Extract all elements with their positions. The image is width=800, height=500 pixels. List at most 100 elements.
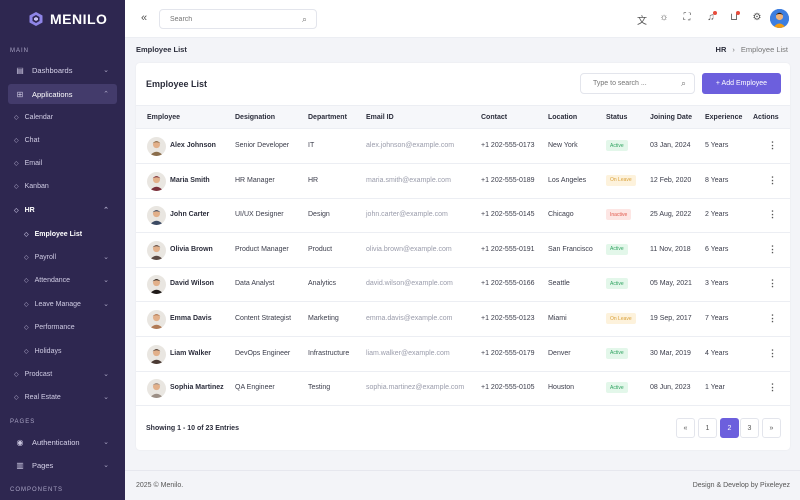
diamond-icon: ◇ (14, 114, 19, 121)
employee-name[interactable]: Sophia Martinez (170, 384, 224, 391)
table-row[interactable]: Emma Davis Content Strategist Marketing emm… (136, 302, 790, 337)
employee-name[interactable]: Olivia Brown (170, 246, 213, 253)
sidebar-item-performance[interactable]: ◇ Performance (24, 319, 117, 335)
pagination-page-2[interactable]: 2 (720, 418, 739, 438)
employee-name[interactable]: Liam Walker (170, 350, 211, 357)
diamond-icon: ◇ (14, 160, 19, 167)
employee-name[interactable]: Maria Smith (170, 177, 210, 184)
collapse-sidebar-icon[interactable]: « (141, 12, 147, 24)
department-cell: Product (308, 245, 333, 253)
credit: Design & Develop by Pixeleyez (692, 482, 790, 489)
sidebar-item-prodcast[interactable]: ◇ Prodcast ⌄ (14, 366, 117, 382)
column-header-experience[interactable]: Experience (705, 114, 742, 121)
row-actions-icon[interactable]: ⋮ (768, 313, 777, 324)
row-actions-icon[interactable]: ⋮ (768, 209, 777, 220)
column-header-email[interactable]: Email ID (366, 114, 394, 121)
table-row[interactable]: Liam Walker DevOps Engineer Infrastructure… (136, 337, 790, 372)
sidebar-item-pages[interactable]: ▥ Pages ⌄ (8, 455, 117, 475)
sidebar-item-real-estate[interactable]: ◇ Real Estate ⌄ (14, 389, 117, 405)
row-actions-icon[interactable]: ⋮ (768, 244, 777, 255)
email-cell[interactable]: olivia.brown@example.com (366, 246, 452, 253)
email-cell[interactable]: sophia.martinez@example.com (366, 384, 464, 391)
table-row[interactable]: Maria Smith HR Manager HR maria.smith@examp… (136, 164, 790, 199)
column-header-employee[interactable]: Employee (147, 114, 180, 121)
column-header-contact[interactable]: Contact (481, 114, 507, 121)
row-actions-icon[interactable]: ⋮ (768, 175, 777, 186)
department-cell: Infrastructure (308, 349, 350, 357)
row-actions-icon[interactable]: ⋮ (768, 348, 777, 359)
user-avatar[interactable] (770, 9, 789, 28)
breadcrumb-hr[interactable]: HR (716, 45, 727, 54)
sidebar-item-attendance[interactable]: ◇ Attendance ⌄ (24, 272, 117, 288)
table-row[interactable]: Olivia Brown Product Manager Product olivia… (136, 233, 790, 268)
column-header-status[interactable]: Status (606, 114, 627, 121)
column-header-joining-date[interactable]: Joining Date (650, 114, 692, 121)
sidebar-item-applications[interactable]: ⊞ Applications ⌃ (8, 84, 117, 104)
file-icon: ▥ (16, 460, 24, 470)
sidebar-item-payroll[interactable]: ◇ Payroll ⌄ (24, 249, 117, 265)
sidebar-item-hr[interactable]: ◇ HR ⌃ (14, 202, 117, 218)
email-cell[interactable]: david.wilson@example.com (366, 280, 453, 287)
experience-cell: 1 Year (705, 384, 725, 392)
column-header-department[interactable]: Department (308, 114, 347, 121)
row-actions-icon[interactable]: ⋮ (768, 382, 777, 393)
sidebar-item-employee-list[interactable]: ◇ Employee List (24, 226, 117, 242)
brand[interactable]: MENILO (0, 0, 125, 38)
employee-avatar (147, 171, 166, 191)
email-cell[interactable]: emma.davis@example.com (366, 315, 452, 322)
pagination-page-1[interactable]: 1 (698, 418, 717, 438)
column-header-location[interactable]: Location (548, 114, 577, 121)
experience-cell: 8 Years (705, 176, 729, 184)
table-row[interactable]: John Carter UI/UX Designer Design john.cart… (136, 198, 790, 234)
search-icon[interactable]: ⌕ (681, 78, 686, 89)
pagination-page-3[interactable]: 3 (740, 418, 759, 438)
department-cell: Testing (308, 384, 331, 392)
location-cell: New York (548, 142, 578, 149)
sidebar-item-holidays[interactable]: ◇ Holidays (24, 343, 117, 359)
email-cell[interactable]: liam.walker@example.com (366, 350, 450, 357)
sidebar-item-dashboards[interactable]: ▤ Dashboards ⌄ (8, 60, 117, 80)
diamond-icon: ◇ (14, 394, 19, 401)
email-cell[interactable]: john.carter@example.com (366, 211, 448, 218)
email-cell[interactable]: maria.smith@example.com (366, 177, 451, 184)
row-actions-icon[interactable]: ⋮ (768, 140, 777, 151)
table-row[interactable]: David Wilson Data Analyst Analytics david.w… (136, 267, 790, 303)
sun-icon[interactable]: ☼ (658, 12, 670, 23)
sidebar-item-authentication[interactable]: ◉ Authentication ⌄ (8, 432, 117, 452)
experience-cell: 5 Years (705, 142, 729, 149)
table-search-input[interactable] (593, 80, 678, 87)
sidebar-item-label: Dashboards (32, 65, 73, 75)
diamond-icon: ◇ (24, 301, 29, 308)
chevron-down-icon: ⌄ (103, 254, 109, 261)
chevron-up-icon: ⌃ (103, 207, 109, 214)
table-row[interactable]: Alex Johnson Senior Developer IT alex.johns… (136, 129, 790, 164)
global-search-input[interactable] (170, 15, 290, 23)
pagination-next[interactable]: » (762, 418, 781, 438)
location-cell: Miami (548, 315, 567, 322)
employee-name[interactable]: Alex Johnson (170, 142, 216, 149)
search-icon[interactable]: ⌕ (302, 14, 307, 25)
column-header-designation[interactable]: Designation (235, 114, 275, 121)
email-cell[interactable]: alex.johnson@example.com (366, 142, 454, 149)
gear-icon[interactable]: ⚙ (751, 12, 763, 23)
location-cell: San Francisco (548, 245, 593, 253)
sidebar-item-kanban[interactable]: ◇ Kanban (14, 178, 49, 194)
employee-name[interactable]: Emma Davis (170, 315, 212, 322)
table-row[interactable]: Sophia Martinez QA Engineer Testing sophia.… (136, 371, 790, 407)
row-actions-icon[interactable]: ⋮ (768, 278, 777, 289)
fullscreen-icon[interactable]: ⛶ (681, 12, 693, 23)
designation-cell: Senior Developer (235, 142, 290, 149)
employee-avatar (147, 137, 166, 156)
sidebar-item-leave-manage[interactable]: ◇ Leave Manage ⌄ (24, 296, 117, 312)
add-employee-button[interactable]: + Add Employee (702, 73, 781, 94)
diamond-icon: ◇ (24, 231, 29, 238)
sidebar-item-calendar[interactable]: ◇ Calendar (14, 109, 53, 125)
location-cell: Chicago (548, 211, 574, 219)
pagination-prev[interactable]: « (676, 418, 695, 438)
department-cell: IT (308, 142, 315, 149)
sidebar-item-email[interactable]: ◇ Email (14, 155, 42, 171)
sidebar-item-chat[interactable]: ◇ Chat (14, 132, 39, 148)
employee-name[interactable]: John Carter (170, 211, 209, 218)
translate-icon[interactable]: 文 (636, 12, 648, 27)
employee-name[interactable]: David Wilson (170, 280, 214, 287)
